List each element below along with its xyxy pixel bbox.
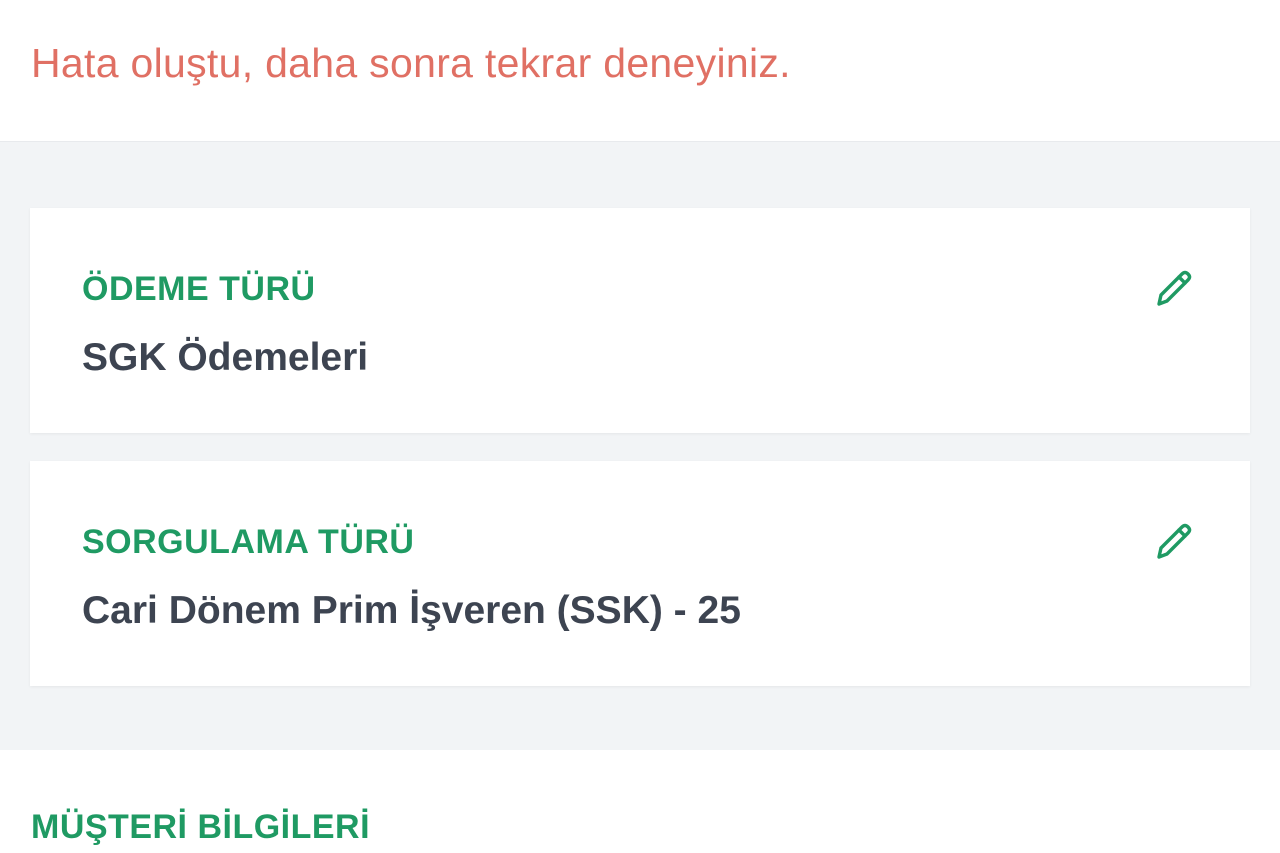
error-banner: Hata oluştu, daha sonra tekrar deneyiniz… [0, 0, 1280, 141]
query-type-label: SORGULAMA TÜRÜ [82, 523, 415, 561]
query-type-card: SORGULAMA TÜRÜ Cari Dönem Prim İşveren (… [30, 461, 1250, 686]
pencil-icon [1157, 270, 1192, 306]
edit-payment-type-button[interactable] [1150, 264, 1198, 312]
query-type-value: Cari Dönem Prim İşveren (SSK) - 25 [82, 589, 741, 632]
payment-type-value: SGK Ödemeleri [82, 336, 369, 379]
payment-summary-screen: Hata oluştu, daha sonra tekrar deneyiniz… [0, 0, 1280, 853]
customer-info-section: MÜŞTERİ BİLGİLERİ [0, 750, 1280, 853]
customer-info-title: MÜŞTERİ BİLGİLERİ [31, 808, 371, 846]
edit-query-type-button[interactable] [1150, 517, 1198, 565]
payment-type-label: ÖDEME TÜRÜ [82, 270, 316, 308]
selection-cards-area: ÖDEME TÜRÜ SGK Ödemeleri SORGULAMA TÜRÜ … [0, 141, 1280, 750]
pencil-icon [1157, 523, 1192, 559]
payment-type-card: ÖDEME TÜRÜ SGK Ödemeleri [30, 208, 1250, 433]
error-message: Hata oluştu, daha sonra tekrar deneyiniz… [31, 40, 791, 86]
